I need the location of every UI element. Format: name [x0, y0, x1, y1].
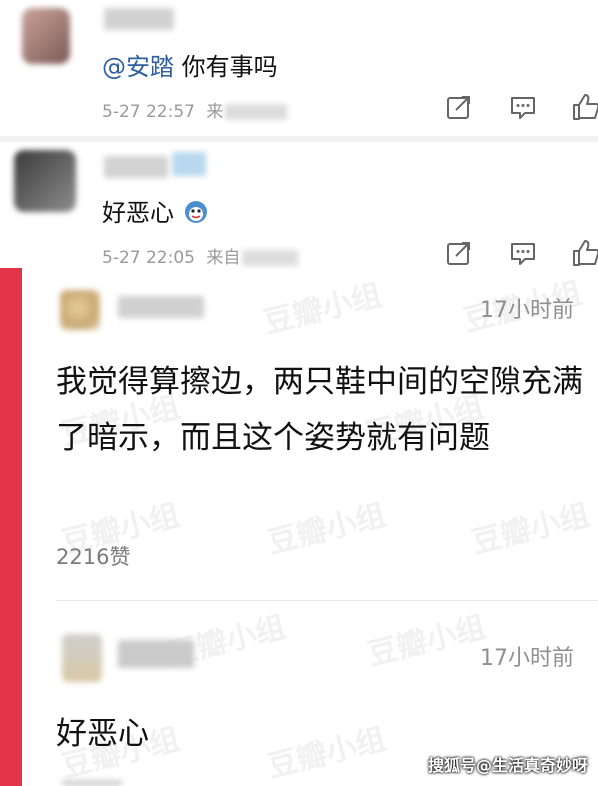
- watermark: 豆瓣小组: [468, 497, 594, 561]
- comment-text: @安踏 你有事吗: [102, 47, 278, 82]
- comment-time: 17小时前: [480, 646, 574, 671]
- comment-meta: 5-27 22:57 来: [102, 97, 288, 122]
- weibo-comment: 好恶心 5-27 22:05 来自: [0, 142, 598, 268]
- watermark: 豆瓣小组: [260, 277, 386, 341]
- username[interactable]: [118, 296, 204, 318]
- weibo-comment: @安踏 你有事吗 5-27 22:57 来: [0, 0, 598, 140]
- avatar[interactable]: [62, 634, 102, 682]
- mention-link[interactable]: @安踏: [102, 53, 174, 81]
- avatar-row-partial: [62, 780, 122, 786]
- username[interactable]: [118, 640, 194, 668]
- comment-body: 你有事吗: [174, 53, 278, 81]
- comment-body: 我觉得算擦边，两只鞋中间的空隙充满了暗示，而且这个姿势就有问题: [56, 364, 583, 456]
- user-badge-icon: [172, 152, 206, 176]
- share-icon[interactable]: [444, 238, 474, 268]
- like-count[interactable]: 2216赞: [56, 541, 130, 571]
- comment-icon[interactable]: [508, 92, 538, 122]
- divider: [56, 600, 598, 601]
- like-icon[interactable]: [570, 238, 598, 268]
- timestamp: 5-27 22:05: [102, 248, 195, 268]
- comment-time: 17小时前: [480, 298, 574, 323]
- avatar[interactable]: [22, 8, 70, 64]
- username[interactable]: [104, 156, 168, 178]
- avatar[interactable]: [14, 150, 76, 212]
- avatar[interactable]: [60, 290, 100, 330]
- comment-icon[interactable]: [508, 238, 538, 268]
- accent-bar: [0, 268, 22, 786]
- like-icon[interactable]: [570, 92, 598, 122]
- footer-watermark: 搜狐号@生活真奇妙呀: [427, 756, 588, 775]
- comment-text: 好恶心: [102, 193, 208, 228]
- comment-body: 好恶心: [102, 199, 174, 227]
- username[interactable]: [104, 8, 174, 30]
- source-label: 来: [206, 102, 288, 122]
- emoji-face-icon: [184, 201, 207, 223]
- share-icon[interactable]: [444, 92, 474, 122]
- source-device: [225, 104, 288, 120]
- source-device: [242, 250, 299, 266]
- watermark: 豆瓣小组: [264, 497, 390, 561]
- watermark: 豆瓣小组: [364, 609, 490, 673]
- timestamp: 5-27 22:57: [102, 102, 195, 122]
- comment-meta: 5-27 22:05 来自: [102, 243, 299, 268]
- source-label: 来自: [206, 248, 299, 268]
